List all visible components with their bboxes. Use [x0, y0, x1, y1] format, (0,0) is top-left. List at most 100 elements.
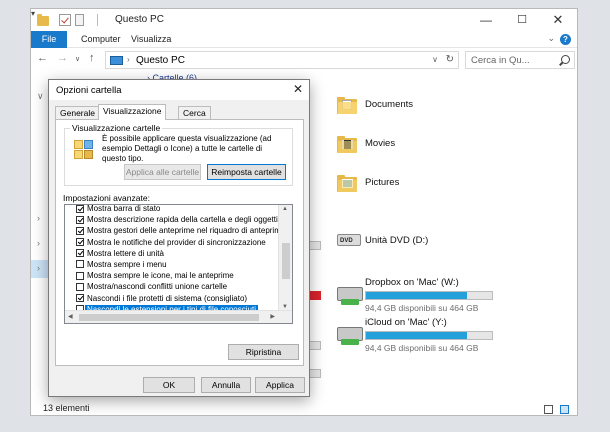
drive-space-info: 94,4 GB disponibili su 464 GB	[365, 303, 479, 313]
settings-items: Mostra barra di stato Mostra descrizione …	[65, 205, 278, 323]
scroll-left-icon[interactable]: ◀	[68, 313, 73, 320]
chevron-right-icon[interactable]: ›	[37, 213, 40, 223]
folder-view-group: Visualizzazione cartelle È possibile app…	[64, 123, 293, 186]
setting-checkbox[interactable]	[76, 226, 84, 235]
tab-computer[interactable]: Computer	[81, 31, 121, 48]
search-input[interactable]: Cerca in Qu...	[465, 51, 575, 69]
setting-checkbox[interactable]	[76, 271, 84, 280]
drive-label: Dropbox on 'Mac' (W:)	[365, 277, 459, 288]
setting-label: Mostra/nascondi conflitti unione cartell…	[87, 282, 228, 292]
setting-row[interactable]: Mostra/nascondi conflitti unione cartell…	[65, 281, 278, 292]
scroll-up-icon[interactable]: ▲	[282, 206, 288, 212]
chevron-down-icon[interactable]: ⌄	[547, 33, 555, 44]
title-bar: ▾ Questo PC — ☐ ✕	[31, 9, 577, 31]
setting-label: Mostra lettere di unità	[87, 248, 164, 258]
recent-locations-icon[interactable]: ∨	[75, 55, 80, 63]
dialog-close-icon[interactable]: ✕	[293, 82, 303, 96]
drive-space-info: 94,4 GB disponibili su 464 GB	[365, 343, 479, 353]
horizontal-scrollbar[interactable]: ◀ ▶	[65, 310, 292, 323]
tab-cerca[interactable]: Cerca	[178, 106, 211, 119]
tab-visualizzazione[interactable]: Visualizzazione	[98, 104, 167, 120]
setting-label: Mostra sempre i menu	[87, 259, 167, 269]
scroll-right-icon[interactable]: ▶	[270, 313, 275, 320]
setting-checkbox[interactable]	[76, 238, 84, 247]
setting-row[interactable]: Mostra le notifiche del provider di sinc…	[65, 237, 278, 248]
large-icons-view-icon[interactable]	[560, 405, 569, 414]
setting-checkbox[interactable]	[76, 205, 84, 213]
tab-file[interactable]: File	[31, 31, 67, 48]
setting-checkbox[interactable]	[76, 282, 84, 291]
scroll-thumb[interactable]	[79, 314, 259, 321]
view-tab-panel: Visualizzazione cartelle È possibile app…	[55, 119, 304, 366]
movies-folder-icon	[337, 136, 357, 153]
setting-row[interactable]: Mostra sempre le icone, mai le anteprime	[65, 270, 278, 281]
chevron-down-icon[interactable]: ∨	[37, 91, 44, 102]
setting-row[interactable]: Mostra barra di stato	[65, 205, 278, 214]
chevron-right-icon[interactable]: ›	[37, 263, 40, 273]
close-button[interactable]: ✕	[541, 9, 575, 31]
address-row: ← → ∨ ↑ › Questo PC ∨ ↻ Cerca in Qu...	[31, 49, 577, 71]
cancel-button[interactable]: Annulla	[201, 377, 251, 393]
restore-defaults-button[interactable]: Ripristina	[228, 344, 299, 360]
up-arrow-icon[interactable]: ↑	[89, 52, 95, 64]
status-bar: 13 elementi	[31, 402, 577, 415]
tab-generale[interactable]: Generale	[55, 106, 100, 119]
details-view-icon[interactable]	[544, 405, 553, 414]
setting-checkbox[interactable]	[76, 294, 84, 302]
setting-row[interactable]: Mostra lettere di unità	[65, 248, 278, 259]
refresh-icon[interactable]: ↻	[446, 54, 454, 65]
minimize-button[interactable]: —	[469, 9, 503, 31]
setting-row[interactable]: Mostra descrizione rapida della cartella…	[65, 214, 278, 225]
apply-to-folders-button[interactable]: Applica alle cartelle	[124, 164, 201, 180]
computer-icon	[110, 56, 123, 65]
drive-usage-fill	[366, 292, 467, 299]
navigation-pane: ∨ › › ›	[31, 73, 49, 403]
ribbon: File Computer Visualizza ⌄ ?	[31, 31, 577, 48]
dialog-title-bar: Opzioni cartella ✕	[49, 80, 309, 100]
ok-button[interactable]: OK	[143, 377, 195, 393]
maximize-button[interactable]: ☐	[505, 9, 539, 31]
dvd-drive-icon: DVD	[337, 234, 361, 248]
scroll-thumb[interactable]	[282, 243, 290, 279]
advanced-settings-label: Impostazioni avanzate:	[63, 193, 150, 203]
setting-row[interactable]: Mostra sempre i menu	[65, 259, 278, 270]
setting-checkbox[interactable]	[76, 249, 84, 258]
tab-visualizza[interactable]: Visualizza	[131, 31, 171, 48]
properties-quick-access-icon[interactable]	[59, 14, 71, 26]
search-placeholder: Cerca in Qu...	[471, 55, 530, 66]
setting-row[interactable]: Nascondi i file protetti di sistema (con…	[65, 293, 278, 304]
drive-dropbox[interactable]: Dropbox on 'Mac' (W:) 94,4 GB disponibil…	[337, 277, 567, 317]
search-icon	[561, 55, 570, 64]
breadcrumb-chevron-icon: ›	[127, 55, 130, 64]
drive-icloud[interactable]: iCloud on 'Mac' (Y:) 94,4 GB disponibili…	[337, 317, 567, 357]
reset-folders-button[interactable]: Reimposta cartelle	[207, 164, 286, 180]
folder-pictures[interactable]: Pictures	[337, 175, 537, 197]
documents-folder-icon	[337, 97, 357, 114]
apply-button[interactable]: Applica	[255, 377, 305, 393]
vertical-scrollbar[interactable]: ▲ ▼	[278, 205, 292, 311]
help-icon[interactable]: ?	[560, 34, 571, 45]
setting-label: Mostra descrizione rapida della cartella…	[87, 215, 278, 225]
advanced-settings-list[interactable]: Mostra barra di stato Mostra descrizione …	[64, 204, 293, 324]
setting-checkbox[interactable]	[76, 260, 84, 269]
setting-checkbox[interactable]	[76, 215, 84, 224]
group-title: Visualizzazione cartelle	[70, 123, 163, 133]
dvd-tag: DVD	[340, 238, 353, 244]
group-description: È possibile applicare questa visualizzaz…	[102, 134, 272, 163]
setting-label: Mostra sempre le icone, mai le anteprime	[87, 271, 234, 281]
breadcrumb[interactable]: Questo PC	[136, 55, 185, 66]
new-folder-quick-access-icon[interactable]	[75, 14, 84, 26]
drive-dvd[interactable]: DVD Unità DVD (D:)	[337, 232, 537, 254]
chevron-right-icon[interactable]: ›	[37, 238, 40, 248]
drive-usage-bar	[365, 291, 493, 300]
drive-usage-fill	[366, 332, 467, 339]
folder-documents[interactable]: Documents	[337, 97, 537, 119]
back-arrow-icon[interactable]: ←	[37, 52, 48, 64]
forward-arrow-icon[interactable]: →	[57, 52, 68, 64]
network-drive-icon	[337, 287, 363, 305]
address-dropdown-icon[interactable]: ∨	[432, 55, 438, 64]
folder-movies[interactable]: Movies	[337, 136, 537, 158]
setting-row[interactable]: Mostra gestori delle anteprime nel riqua…	[65, 225, 278, 236]
address-bar[interactable]: › Questo PC ∨ ↻	[105, 51, 459, 69]
drive-usage-bar	[365, 331, 493, 340]
